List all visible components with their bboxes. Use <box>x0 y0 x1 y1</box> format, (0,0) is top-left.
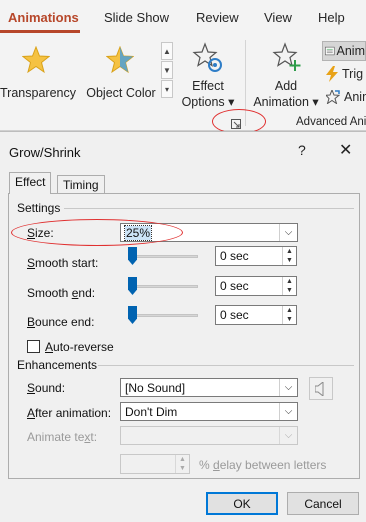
smooth-end-spin-buttons[interactable]: ▲ ▼ <box>282 277 296 295</box>
effect-options-button[interactable]: Effect Options ▾ <box>178 40 238 112</box>
effect-options-icon <box>192 42 222 72</box>
settings-section-label: Settings <box>17 201 61 215</box>
dialog-title: Grow/Shrink <box>9 145 81 160</box>
smooth-end-label: Smooth end: <box>27 286 96 300</box>
sound-label: Sound: <box>27 381 66 395</box>
effect-options-label-line2: Options ▾ <box>181 95 235 109</box>
tab-slide-show[interactable]: Slide Show <box>104 10 169 25</box>
tab-view[interactable]: View <box>264 10 292 25</box>
add-animation-button[interactable]: Add Animation ▾ <box>252 40 320 112</box>
add-animation-icon <box>272 42 301 71</box>
effect-options-label-line1: Effect <box>192 79 224 93</box>
enhancements-divider <box>98 365 354 366</box>
tab-animations[interactable]: Animations <box>8 10 79 25</box>
add-animation-label-line2: Animation ▾ <box>253 95 319 109</box>
add-animation-label-line1: Add <box>274 79 298 93</box>
animation-pane-icon <box>325 46 335 56</box>
auto-reverse-label[interactable]: Auto-reverse <box>45 340 114 354</box>
advanced-animation-group-label: Advanced Ani <box>296 116 366 128</box>
tab-timing[interactable]: Timing <box>57 175 105 193</box>
smooth-start-spin-buttons[interactable]: ▲ ▼ <box>282 247 296 265</box>
animate-text-combobox[interactable]: ⌵ <box>120 426 298 445</box>
close-icon[interactable]: ✕ <box>339 140 352 160</box>
ribbon-panel: Transparency Object Color ▲ ▼ ▾ Effect O… <box>0 36 366 131</box>
delay-spin-buttons[interactable]: ▲ ▼ <box>175 455 189 473</box>
sound-value: [No Sound] <box>125 381 186 395</box>
bounce-end-track[interactable] <box>128 314 198 317</box>
delay-label: % delay between letters <box>199 458 327 472</box>
gallery-more-button[interactable]: ▾ <box>161 80 173 98</box>
help-icon[interactable]: ? <box>298 142 306 158</box>
animation-pane-button[interactable]: Anim <box>322 41 366 61</box>
bounce-end-value: 0 sec <box>220 308 249 322</box>
transparency-effect[interactable]: Transparency <box>0 44 76 106</box>
smooth-start-spinbox[interactable]: 0 sec ▲ ▼ <box>215 246 297 266</box>
trigger-button[interactable]: Trig <box>326 64 363 84</box>
active-tab-indicator <box>0 30 80 33</box>
smooth-start-value: 0 sec <box>220 249 249 263</box>
delay-spinbox[interactable]: ▲ ▼ <box>120 454 190 474</box>
animation-painter-label: Anim <box>344 90 366 104</box>
enhancements-section-label: Enhancements <box>17 358 98 372</box>
auto-reverse-checkbox[interactable] <box>27 340 40 353</box>
smooth-end-spinbox[interactable]: 0 sec ▲ ▼ <box>215 276 297 296</box>
chevron-down-icon[interactable]: ⌵ <box>279 427 297 444</box>
tab-help[interactable]: Help <box>318 10 345 25</box>
animation-painter-icon <box>326 90 340 104</box>
animation-pane-label: Anim <box>336 44 365 58</box>
smooth-start-track[interactable] <box>128 255 198 258</box>
object-color-label: Object Color <box>86 86 156 100</box>
animate-text-label: Animate text: <box>27 430 98 444</box>
speaker-icon <box>315 381 324 396</box>
after-animation-value: Don't Dim <box>125 405 178 419</box>
gallery-down-button[interactable]: ▼ <box>161 61 173 79</box>
after-animation-label: After animation: <box>27 406 112 420</box>
chevron-down-icon[interactable]: ⌵ <box>279 224 297 241</box>
lightning-icon <box>326 66 338 82</box>
ok-button[interactable]: OK <box>206 492 278 515</box>
star-icon <box>22 46 50 74</box>
annotation-circle-size <box>11 219 183 246</box>
smooth-start-label: Smooth start: <box>27 256 99 270</box>
chevron-down-icon[interactable]: ⌵ <box>279 379 297 396</box>
object-color-effect[interactable]: Object Color <box>82 44 160 106</box>
tab-review[interactable]: Review <box>196 10 239 25</box>
settings-divider <box>64 208 354 209</box>
sound-combobox[interactable]: [No Sound] ⌵ <box>120 378 298 397</box>
tab-effect[interactable]: Effect <box>9 172 52 194</box>
bounce-end-spinbox[interactable]: 0 sec ▲ ▼ <box>215 305 297 325</box>
chevron-down-icon[interactable]: ⌵ <box>279 403 297 420</box>
animation-painter-button[interactable]: Anim <box>326 87 366 107</box>
transparency-label: Transparency <box>0 86 76 100</box>
gallery-up-button[interactable]: ▲ <box>161 42 173 60</box>
ribbon-tabs: Animations Slide Show Review View Help <box>0 0 366 36</box>
after-animation-combobox[interactable]: Don't Dim ⌵ <box>120 402 298 421</box>
bounce-end-label: Bounce end: <box>27 315 95 329</box>
ribbon: Animations Slide Show Review View Help T… <box>0 0 366 131</box>
bounce-end-spin-buttons[interactable]: ▲ ▼ <box>282 306 296 324</box>
star-color-icon <box>106 46 134 74</box>
trigger-label: Trig <box>342 67 364 81</box>
sound-volume-button[interactable] <box>309 377 333 400</box>
smooth-end-value: 0 sec <box>220 279 249 293</box>
cancel-button[interactable]: Cancel <box>287 492 359 515</box>
smooth-end-track[interactable] <box>128 285 198 288</box>
